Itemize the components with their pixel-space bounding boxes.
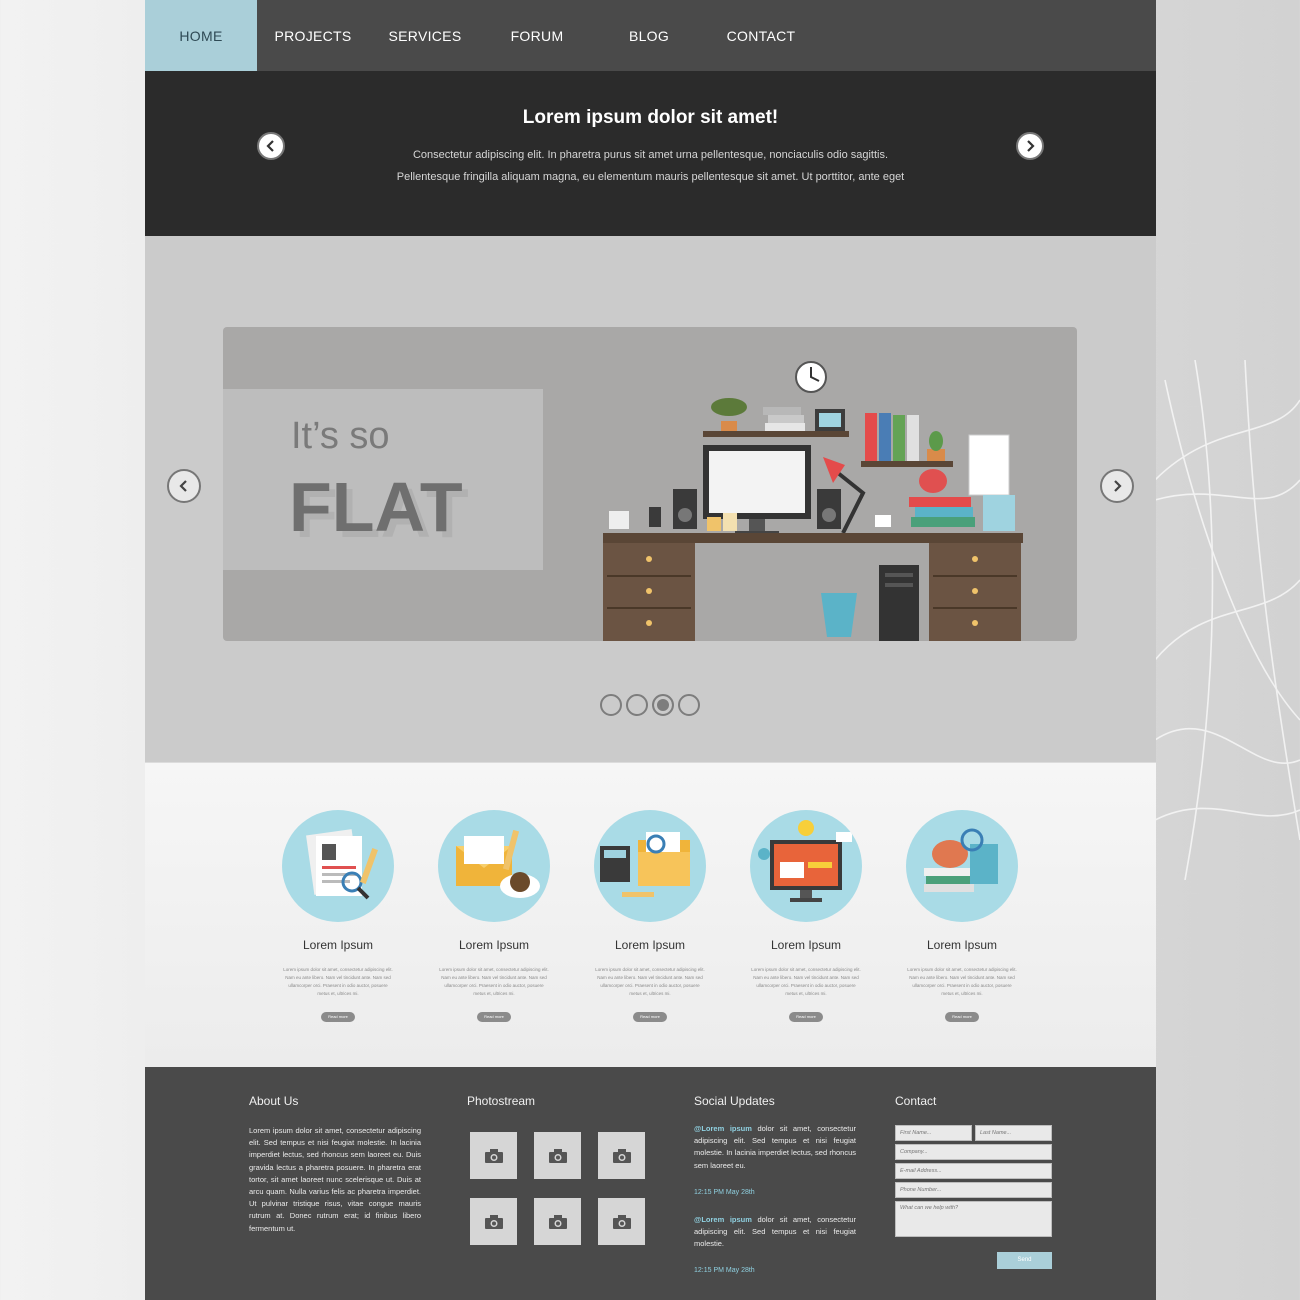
camera-icon: [612, 1148, 631, 1163]
office-desk-illustration: [603, 361, 1023, 641]
camera-icon: [484, 1214, 503, 1229]
slider-next-button[interactable]: [1100, 469, 1134, 503]
slide-text-panel: It’s so FLAT: [223, 389, 543, 570]
camera-icon: [612, 1214, 631, 1229]
feature-card: Lorem Ipsum Lorem ipsum dolor sit amet, …: [884, 810, 1040, 1023]
photostream-heading: Photostream: [467, 1094, 536, 1108]
chevron-left-icon: [179, 480, 187, 492]
photo-thumbnail[interactable]: [598, 1132, 645, 1179]
nav-item-contact[interactable]: CONTACT: [705, 0, 817, 71]
first-name-field[interactable]: [895, 1125, 972, 1141]
feature-description: Lorem ipsum dolor sit amet, consectetur …: [751, 967, 861, 996]
nav-item-blog[interactable]: BLOG: [593, 0, 705, 71]
feature-description: Lorem ipsum dolor sit amet, consectetur …: [595, 967, 705, 996]
phone-field[interactable]: [895, 1182, 1052, 1198]
slide-image: It’s so FLAT: [223, 327, 1077, 641]
slide-title: FLAT: [289, 468, 463, 546]
feature-title: Lorem Ipsum: [614, 938, 686, 952]
read-more-button[interactable]: Read more: [477, 1012, 511, 1022]
chevron-right-icon: [1114, 480, 1122, 492]
hero-text-line-2: Pellentesque fringilla aliquam magna, eu…: [396, 171, 905, 183]
about-text: Lorem ipsum dolor sit amet, consectetur …: [249, 1126, 421, 1233]
piggy-bank-books-icon: [906, 810, 1018, 922]
feature-title: Lorem Ipsum: [302, 938, 374, 952]
mail-coffee-icon: [438, 810, 550, 922]
feature-title: Lorem Ipsum: [770, 938, 842, 952]
folder-calculator-icon: [594, 810, 706, 922]
nav-item-home[interactable]: HOME: [145, 0, 257, 71]
document-search-icon: [282, 810, 394, 922]
feature-card: Lorem Ipsum Lorem ipsum dolor sit amet, …: [260, 810, 416, 1023]
feature-title: Lorem Ipsum: [458, 938, 530, 952]
company-field[interactable]: [895, 1144, 1052, 1160]
slider-pagination: [600, 694, 700, 716]
read-more-button[interactable]: Read more: [945, 1012, 979, 1022]
camera-icon: [484, 1148, 503, 1163]
features-section: Lorem Ipsum Lorem ipsum dolor sit amet, …: [145, 762, 1156, 1067]
social-timestamp: 12:15 PM May 28th: [694, 1189, 755, 1196]
feature-description: Lorem ipsum dolor sit amet, consectetur …: [907, 967, 1017, 996]
photo-thumbnail[interactable]: [470, 1198, 517, 1245]
feature-description: Lorem ipsum dolor sit amet, consectetur …: [283, 967, 393, 996]
nav-item-projects[interactable]: PROJECTS: [257, 0, 369, 71]
feature-description: Lorem ipsum dolor sit amet, consectetur …: [439, 967, 549, 996]
read-more-button[interactable]: Read more: [789, 1012, 823, 1022]
photo-thumbnail[interactable]: [534, 1198, 581, 1245]
hero-banner: Lorem ipsum dolor sit amet! Consectetur …: [145, 71, 1156, 236]
chevron-left-icon: [266, 140, 274, 152]
feature-card: Lorem Ipsum Lorem ipsum dolor sit amet, …: [728, 810, 884, 1023]
image-slider: It’s so FLAT: [145, 236, 1156, 762]
social-timestamp: 12:15 PM May 28th: [694, 1267, 755, 1274]
email-field[interactable]: [895, 1163, 1052, 1179]
hero-title: Lorem ipsum dolor sit amet!: [522, 107, 779, 128]
monitor-idea-icon: [750, 810, 862, 922]
slider-prev-button[interactable]: [167, 469, 201, 503]
read-more-button[interactable]: Read more: [633, 1012, 667, 1022]
slider-dot-2[interactable]: [626, 694, 648, 716]
feature-card: Lorem Ipsum Lorem ipsum dolor sit amet, …: [416, 810, 572, 1023]
nav-item-forum[interactable]: FORUM: [481, 0, 593, 71]
website-template: HOME PROJECTS SERVICES FORUM BLOG CONTAC…: [145, 0, 1156, 1300]
social-post: @Lorem ipsum dolor sit amet, consectetur…: [694, 1123, 856, 1172]
social-heading: Social Updates: [694, 1094, 775, 1108]
background-lines-decoration: [1155, 360, 1300, 880]
footer: About Us Lorem ipsum dolor sit amet, con…: [145, 1067, 1156, 1300]
about-heading: About Us: [249, 1094, 299, 1108]
social-handle-link[interactable]: @Lorem ipsum: [694, 1215, 752, 1224]
feature-title: Lorem Ipsum: [926, 938, 998, 952]
social-handle-link[interactable]: @Lorem ipsum: [694, 1124, 752, 1133]
send-button[interactable]: Send: [997, 1252, 1052, 1269]
hero-text-line-1: Consectetur adipiscing elit. In pharetra…: [412, 149, 889, 161]
nav-item-services[interactable]: SERVICES: [369, 0, 481, 71]
last-name-field[interactable]: [975, 1125, 1052, 1141]
photo-thumbnail[interactable]: [534, 1132, 581, 1179]
social-post: @Lorem ipsum dolor sit amet, consectetur…: [694, 1214, 856, 1251]
camera-icon: [548, 1148, 567, 1163]
photo-thumbnail[interactable]: [470, 1132, 517, 1179]
hero-prev-button[interactable]: [257, 132, 285, 160]
message-field[interactable]: [895, 1201, 1052, 1237]
slider-dot-1[interactable]: [600, 694, 622, 716]
hero-next-button[interactable]: [1016, 132, 1044, 160]
feature-card: Lorem Ipsum Lorem ipsum dolor sit amet, …: [572, 810, 728, 1023]
camera-icon: [548, 1214, 567, 1229]
contact-heading: Contact: [895, 1094, 937, 1108]
slide-subtitle: It’s so: [291, 415, 390, 457]
read-more-button[interactable]: Read more: [321, 1012, 355, 1022]
chevron-right-icon: [1027, 140, 1035, 152]
main-navigation: HOME PROJECTS SERVICES FORUM BLOG CONTAC…: [145, 0, 1156, 71]
slider-dot-4[interactable]: [678, 694, 700, 716]
slider-dot-3[interactable]: [652, 694, 674, 716]
photo-thumbnail[interactable]: [598, 1198, 645, 1245]
